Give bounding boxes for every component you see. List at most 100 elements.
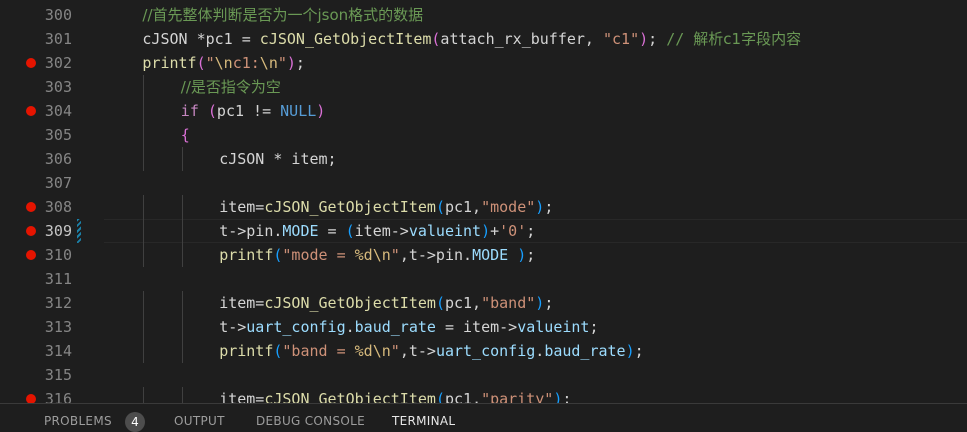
code-text: printf("band = %d\n",t->uart_config.baud… <box>219 341 643 361</box>
indent-guide <box>181 387 183 403</box>
line-number: 316 <box>44 390 72 403</box>
code-token: "mode = <box>282 246 355 264</box>
code-line[interactable]: 302 printf("\nc1:\n"); <box>0 51 967 75</box>
code-token: ) <box>535 198 545 216</box>
line-number: 308 <box>44 198 72 216</box>
indent-guide <box>181 339 183 363</box>
code-token: item= <box>219 198 265 216</box>
code-token: %d\n <box>354 246 391 264</box>
code-line[interactable]: 313 t->uart_config.baud_rate = item->valu… <box>0 315 967 339</box>
code-line[interactable]: 309 t->pin.MODE = (item->valueint)+'0'; <box>0 219 967 243</box>
code-line[interactable]: 304 if (pc1 != NULL) <box>0 99 967 123</box>
line-number: 312 <box>44 294 72 312</box>
code-token: printf <box>219 246 274 264</box>
indent-guide <box>181 219 183 243</box>
code-token: //是否指令为空 <box>180 78 281 96</box>
code-line[interactable]: 314 printf("band = %d\n",t->uart_config.b… <box>0 339 967 363</box>
indent-guide <box>143 219 145 243</box>
indent-guide <box>143 123 145 147</box>
code-token: = <box>318 222 346 240</box>
code-text: t->pin.MODE = (item->valueint)+'0'; <box>219 221 535 241</box>
code-token: cJSON_GetObjectItem <box>264 198 436 216</box>
code-token: ( <box>435 198 445 216</box>
breakpoint-icon[interactable] <box>26 250 36 260</box>
line-number: 310 <box>44 246 72 264</box>
indent-guide <box>143 387 145 403</box>
code-line[interactable]: 310 printf("mode = %d\n",t->pin.MODE ); <box>0 243 967 267</box>
code-token: cJSON_GetObjectItem <box>264 294 436 312</box>
code-token: = item-> <box>435 318 518 336</box>
code-line[interactable]: 305 { <box>0 123 967 147</box>
code-token: ) <box>286 54 296 72</box>
code-line[interactable]: 315 <box>0 363 967 387</box>
code-token: ) <box>481 222 491 240</box>
line-number: 306 <box>44 150 72 168</box>
tab-problems[interactable]: PROBLEMS <box>44 414 112 428</box>
code-line[interactable]: 300 //首先整体判断是否为一个json格式的数据 <box>0 3 967 27</box>
code-line[interactable]: 311 <box>0 267 967 291</box>
code-line[interactable]: 303 //是否指令为空 <box>0 75 967 99</box>
code-token: ) <box>535 294 545 312</box>
indent-guide <box>181 147 183 171</box>
code-text: t->uart_config.baud_rate = item->valuein… <box>219 317 598 337</box>
breakpoint-icon[interactable] <box>26 58 36 68</box>
indent-guide <box>143 75 145 99</box>
code-token: ) <box>517 246 527 264</box>
code-editor[interactable]: 300 //首先整体判断是否为一个json格式的数据 301 cJSON *pc1 =… <box>0 0 967 403</box>
indent-guide <box>143 99 145 123</box>
code-token: ) <box>625 342 635 360</box>
code-line[interactable]: 301 cJSON *pc1 = cJSON_GetObjectItem(atta… <box>0 27 967 51</box>
code-token: uart_config <box>435 342 536 360</box>
code-token: ; <box>526 246 536 264</box>
breakpoint-icon[interactable] <box>26 394 36 403</box>
code-token: " <box>277 54 287 72</box>
code-token: pc1, <box>444 198 482 216</box>
code-token: "mode" <box>481 198 536 216</box>
code-line[interactable]: 306 cJSON * item; <box>0 147 967 171</box>
indent-guide <box>143 195 145 219</box>
code-token: t->pin. <box>219 222 283 240</box>
code-token: ) <box>316 102 326 120</box>
code-token: ( <box>196 54 206 72</box>
code-token: ; <box>544 198 554 216</box>
code-token: ( <box>198 102 217 120</box>
code-token: valueint <box>517 318 590 336</box>
indent-guide <box>143 315 145 339</box>
code-token: ; <box>634 342 644 360</box>
code-token: MODE <box>472 246 509 264</box>
code-token: pc1, <box>444 294 482 312</box>
code-token: \n <box>259 54 278 72</box>
breakpoint-icon[interactable] <box>26 202 36 212</box>
code-token: ; <box>589 318 599 336</box>
line-number: 300 <box>44 6 72 24</box>
breakpoint-icon[interactable] <box>26 226 36 236</box>
code-token: "band = <box>282 342 355 360</box>
code-token: if <box>180 102 199 120</box>
code-text: item=cJSON_GetObjectItem(pc1,"mode"); <box>219 197 553 217</box>
code-token: cJSON_GetObjectItem <box>259 30 432 48</box>
code-token: { <box>180 126 190 144</box>
breakpoint-icon[interactable] <box>26 106 36 116</box>
code-token: ; <box>295 54 305 72</box>
code-line[interactable]: 308 item=cJSON_GetObjectItem(pc1,"mode"); <box>0 195 967 219</box>
code-token: baud_rate <box>544 342 626 360</box>
bottom-panel: PROBLEMS 4 OUTPUT DEBUG CONSOLE TERMINAL <box>0 403 967 432</box>
code-token: ; <box>648 30 667 48</box>
tab-output[interactable]: OUTPUT <box>174 414 225 428</box>
line-number: 309 <box>44 222 72 240</box>
code-text: printf("\nc1:\n"); <box>142 53 305 73</box>
code-token: 解析c1字段内容 <box>693 30 802 48</box>
code-token: ( <box>345 222 355 240</box>
line-number: 301 <box>44 30 72 48</box>
tab-debug-console[interactable]: DEBUG CONSOLE <box>256 414 365 428</box>
code-text: item=cJSON_GetObjectItem(pc1,"band"); <box>219 293 553 313</box>
code-token: c1: <box>232 54 260 72</box>
code-line[interactable]: 307 <box>0 171 967 195</box>
indent-guide <box>143 243 145 267</box>
code-text: if (pc1 != NULL) <box>181 101 326 121</box>
tab-terminal[interactable]: TERMINAL <box>392 414 455 428</box>
code-token: item= <box>219 294 265 312</box>
code-token: uart_config <box>246 318 346 336</box>
code-line[interactable]: 312 item=cJSON_GetObjectItem(pc1,"band"); <box>0 291 967 315</box>
code-line[interactable]: 316 item=cJSON_GetObjectItem(pc1,"parity"… <box>0 387 967 403</box>
